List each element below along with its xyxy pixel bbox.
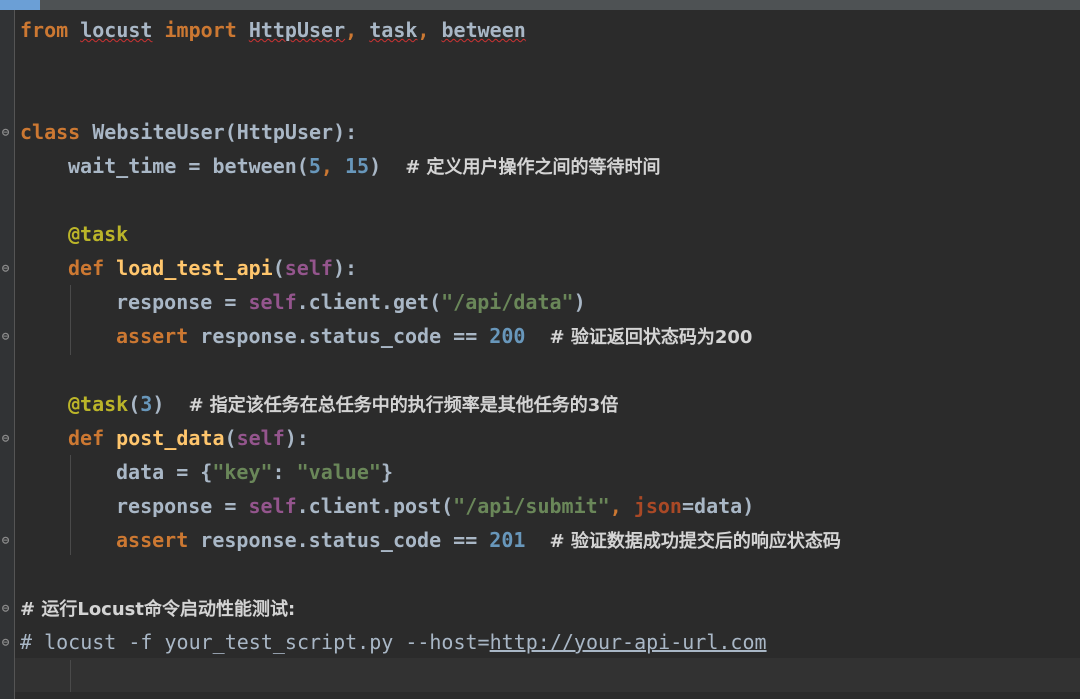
token-self: self: [248, 290, 297, 314]
token-text: response =: [116, 494, 249, 518]
token-text: response.status_code ==: [188, 528, 490, 552]
token-number: 5: [308, 154, 321, 178]
token-text: =data): [681, 494, 755, 518]
token-comment: # 指定该任务在总任务中的执行频率是其他任务的3倍: [188, 395, 619, 416]
editor-gutter[interactable]: [0, 10, 15, 699]
fold-marker-icon[interactable]: ⊖: [2, 602, 12, 614]
token-keyword: assert: [116, 528, 189, 552]
token-punct: ): [573, 290, 586, 314]
token-identifier: task: [369, 18, 418, 42]
token-keyword: assert: [116, 324, 189, 348]
token-text: ): [369, 154, 382, 178]
token-punct: ):: [284, 426, 309, 450]
token-keyword: def: [68, 426, 105, 450]
token-class-name: WebsiteUser: [92, 120, 225, 144]
token-string: "value": [296, 460, 381, 484]
token-function: post_data: [116, 426, 225, 450]
token-text: .client.post(: [296, 494, 454, 518]
token-text: response.status_code ==: [188, 324, 490, 348]
code-line-14[interactable]: data = {"key": "value"}: [116, 457, 393, 487]
token-punct: ,: [417, 18, 442, 42]
code-line-7[interactable]: @task: [68, 219, 128, 249]
token-decorator: @task: [68, 222, 129, 246]
comment-url-link[interactable]: http://your-api-url.com: [490, 630, 767, 654]
current-line-highlight: [15, 658, 1080, 692]
token-identifier: HttpUser: [248, 18, 346, 42]
token-function: load_test_api: [116, 256, 273, 280]
code-line-10[interactable]: assert response.status_code == 200 # 验证返…: [116, 321, 752, 351]
fold-marker-icon[interactable]: ⊖: [2, 432, 12, 444]
token-text: data = {: [116, 460, 213, 484]
code-line-9[interactable]: response = self.client.get("/api/data"): [116, 287, 586, 317]
token-identifier: between: [441, 18, 526, 42]
token-comment: # 定义用户操作之间的等待时间: [405, 157, 661, 178]
token-text: wait_time = between(: [68, 154, 309, 178]
code-line-15[interactable]: response = self.client.post("/api/submit…: [116, 491, 754, 521]
token-string: "/api/data": [441, 290, 574, 314]
fold-marker-icon[interactable]: ⊖: [2, 262, 12, 274]
token-number: 200: [489, 324, 526, 348]
token-punct: (: [128, 392, 141, 416]
token-keyword-arg: json: [633, 494, 682, 518]
token-module: locust: [80, 18, 153, 42]
token-comment: # 验证数据成功提交后的响应状态码: [549, 531, 841, 552]
code-line-19[interactable]: # locust -f your_test_script.py --host=h…: [20, 627, 767, 657]
token-punct: :: [272, 460, 297, 484]
fold-marker-icon[interactable]: ⊖: [2, 534, 12, 546]
code-line-16[interactable]: assert response.status_code == 201 # 验证数…: [116, 525, 841, 555]
token-text: response =: [116, 290, 249, 314]
indent-guide: [70, 660, 71, 692]
token-punct: ): [152, 392, 165, 416]
code-line-5[interactable]: wait_time = between(5, 15) # 定义用户操作之间的等待…: [68, 151, 661, 181]
code-line-18[interactable]: # 运行Locust命令启动性能测试:: [20, 593, 295, 623]
token-number: 201: [489, 528, 526, 552]
token-number: 3: [140, 392, 153, 416]
token-text: (HttpUser):: [224, 120, 358, 144]
token-keyword: import: [164, 18, 237, 42]
code-line-4[interactable]: class WebsiteUser(HttpUser):: [20, 117, 357, 147]
token-punct: ,: [345, 18, 370, 42]
fold-marker-icon[interactable]: ⊖: [2, 636, 12, 648]
code-line-1[interactable]: from locust import HttpUser, task, betwe…: [20, 15, 526, 45]
token-string: "key": [212, 460, 273, 484]
indent-guide: [70, 455, 71, 555]
code-editor[interactable]: ⊖ ⊖ ⊖ ⊖ ⊖ ⊖ ⊖ from locust import HttpUse…: [0, 0, 1080, 699]
token-comment: # locust -f your_test_script.py --host=: [20, 630, 490, 654]
token-keyword: def: [68, 256, 105, 280]
token-punct: ,: [320, 154, 345, 178]
token-keyword: from: [20, 18, 69, 42]
token-comment: # 验证返回状态码为200: [549, 327, 753, 348]
token-punct: }: [380, 460, 393, 484]
fold-marker-icon[interactable]: ⊖: [2, 126, 12, 138]
active-tab-indicator: [0, 0, 40, 10]
token-number: 15: [344, 154, 370, 178]
token-punct: (: [224, 426, 237, 450]
indent-guide: [70, 285, 71, 355]
token-text: .client.get(: [296, 290, 442, 314]
editor-top-strip: [0, 0, 1080, 10]
token-self: self: [236, 426, 285, 450]
token-string: "/api/submit": [453, 494, 610, 518]
code-line-12[interactable]: @task(3) # 指定该任务在总任务中的执行频率是其他任务的3倍: [68, 389, 618, 419]
token-decorator: @task: [68, 392, 129, 416]
token-punct: ,: [609, 494, 634, 518]
token-keyword: class: [20, 120, 81, 144]
token-punct: (: [272, 256, 285, 280]
token-punct: ):: [332, 256, 358, 280]
token-self: self: [248, 494, 297, 518]
token-self: self: [284, 256, 333, 280]
fold-marker-icon[interactable]: ⊖: [2, 330, 12, 342]
token-comment: # 运行Locust命令启动性能测试:: [20, 599, 296, 620]
code-line-8[interactable]: def load_test_api(self):: [68, 253, 357, 283]
code-line-13[interactable]: def post_data(self):: [68, 423, 309, 453]
